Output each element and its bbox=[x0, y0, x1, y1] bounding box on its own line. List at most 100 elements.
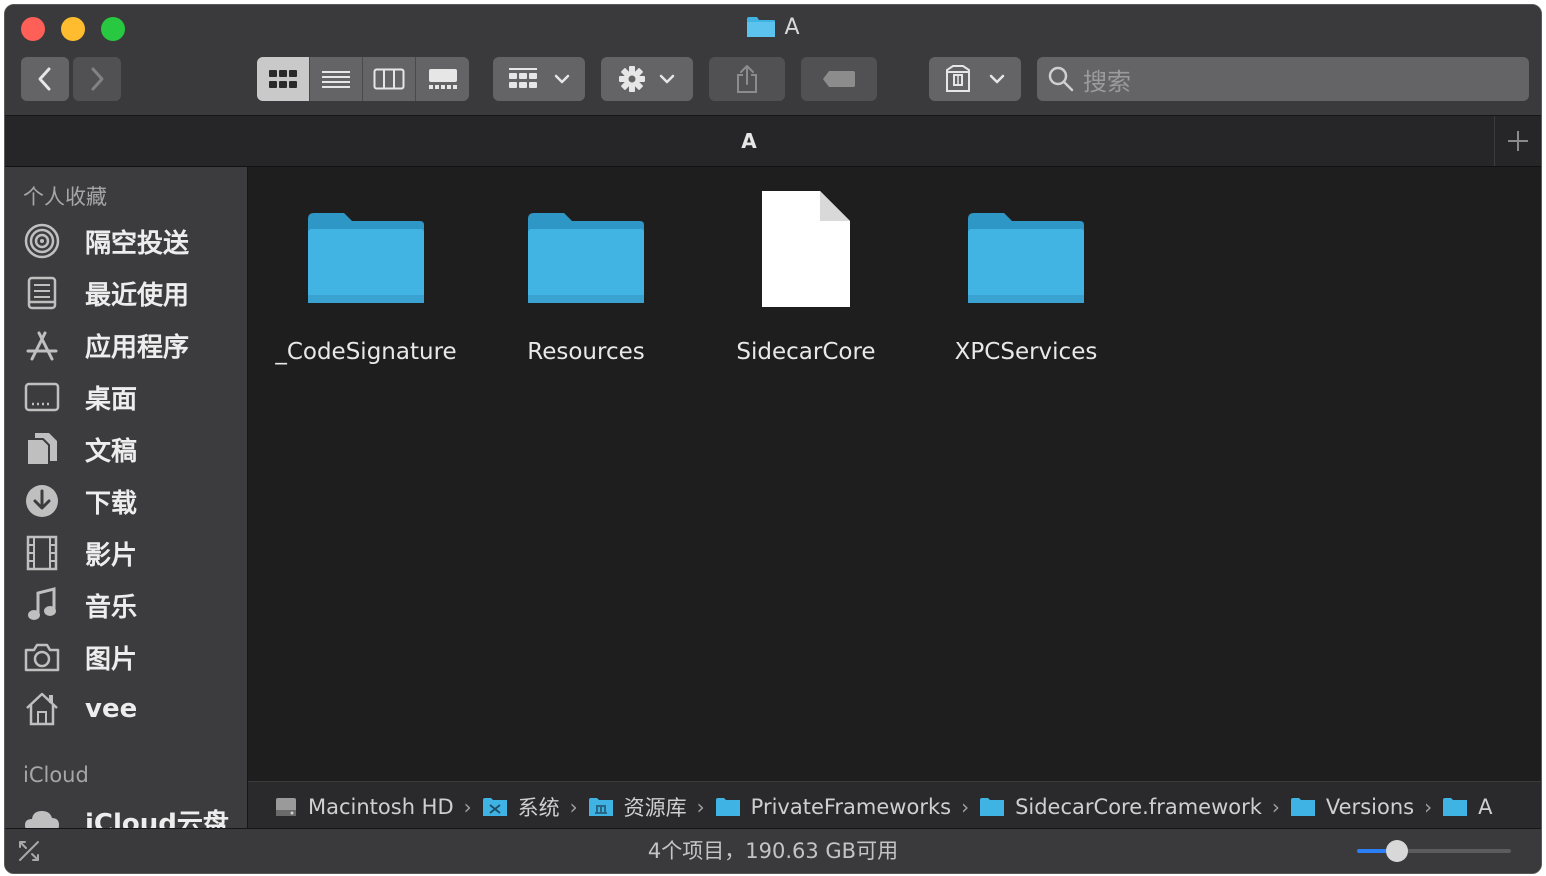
sidebar-item-desktop[interactable]: 桌面 bbox=[23, 375, 243, 419]
group-by-button[interactable] bbox=[493, 57, 585, 101]
list-view-icon bbox=[322, 71, 350, 88]
icon-view-button[interactable] bbox=[257, 57, 310, 101]
path-item-label: PrivateFrameworks bbox=[750, 794, 952, 819]
archive-box-icon bbox=[946, 65, 970, 92]
tag-icon bbox=[823, 71, 855, 87]
sidebar-item-pictures[interactable]: 图片 bbox=[23, 635, 243, 679]
new-tab-button[interactable] bbox=[1494, 116, 1541, 166]
path-item[interactable]: 系统 bbox=[482, 792, 560, 822]
icloud-header: iCloud bbox=[23, 763, 89, 787]
documents-icon bbox=[23, 430, 61, 468]
library-folder-icon bbox=[588, 797, 614, 817]
gallery-view-icon bbox=[428, 69, 457, 89]
file-name: SidecarCore bbox=[736, 339, 876, 365]
sidebar-item-label: 图片 bbox=[85, 644, 138, 675]
action-menu-button[interactable] bbox=[601, 57, 693, 101]
path-item[interactable]: SidecarCore.framework bbox=[979, 795, 1262, 819]
search-field[interactable]: 搜索 bbox=[1037, 57, 1529, 101]
column-view-icon bbox=[373, 68, 405, 90]
music-icon bbox=[23, 586, 61, 624]
document-icon bbox=[696, 185, 916, 309]
path-item[interactable]: A bbox=[1442, 795, 1492, 819]
sidebar-item-airdrop[interactable]: 隔空投送 bbox=[23, 219, 243, 263]
edit-tags-button[interactable] bbox=[801, 57, 877, 101]
file-name: XPCServices bbox=[954, 339, 1098, 365]
sidebar-item-label: 桌面 bbox=[85, 384, 138, 415]
view-mode-control bbox=[257, 57, 469, 101]
path-item-label: SidecarCore.framework bbox=[1015, 794, 1262, 819]
plus-icon bbox=[1508, 131, 1528, 151]
path-separator: › bbox=[1271, 794, 1280, 819]
slider-knob[interactable] bbox=[1386, 840, 1408, 862]
sidebar-item-label: 最近使用 bbox=[85, 280, 190, 311]
file-item[interactable]: _CodeSignature bbox=[256, 185, 476, 365]
status-text: 4个项目，190.63 GB可用 bbox=[647, 839, 899, 863]
icon-view-icon bbox=[269, 70, 297, 88]
path-item[interactable]: 资源库 bbox=[588, 792, 687, 822]
path-item[interactable]: Versions bbox=[1290, 795, 1414, 819]
file-item[interactable]: Resources bbox=[476, 185, 696, 365]
forward-button[interactable] bbox=[73, 57, 121, 101]
airdrop-icon bbox=[23, 222, 61, 260]
window-title-text: A bbox=[784, 15, 800, 40]
folder-icon bbox=[476, 185, 696, 309]
system-folder-icon bbox=[482, 797, 508, 817]
sidebar-item-label: 隔空投送 bbox=[85, 228, 190, 259]
sidebar-item-label: vee bbox=[85, 694, 138, 724]
sidebar-item-label: 音乐 bbox=[85, 592, 138, 623]
sidebar-item-movies[interactable]: 影片 bbox=[23, 531, 243, 575]
chevron-down-icon bbox=[554, 74, 570, 84]
folder-icon bbox=[1442, 797, 1468, 817]
list-view-button[interactable] bbox=[310, 57, 363, 101]
gear-icon bbox=[619, 66, 645, 92]
movies-icon bbox=[23, 534, 61, 572]
column-view-button[interactable] bbox=[363, 57, 416, 101]
chevron-left-icon bbox=[38, 67, 51, 91]
path-bar: Macintosh HD › 系统 › 资源库 › PrivateFramewo… bbox=[248, 781, 1541, 831]
sidebar-item-label: 应用程序 bbox=[85, 332, 190, 363]
path-separator: › bbox=[961, 794, 970, 819]
file-item[interactable]: XPCServices bbox=[916, 185, 1136, 365]
path-item[interactable]: Macintosh HD bbox=[274, 795, 454, 819]
tab-bar: A bbox=[5, 116, 1541, 167]
folder-icon bbox=[1290, 797, 1316, 817]
search-icon bbox=[1048, 66, 1074, 92]
toolbar: A 搜索 bbox=[5, 5, 1541, 116]
search-placeholder: 搜索 bbox=[1083, 67, 1131, 96]
sidebar-item-applications[interactable]: 应用程序 bbox=[23, 323, 243, 367]
path-item-label: A bbox=[1478, 794, 1493, 819]
sync-menu-button[interactable] bbox=[929, 57, 1021, 101]
file-name: _CodeSignature bbox=[275, 339, 457, 365]
sidebar: 个人收藏 隔空投送 最近使用 应用程序 桌面 文稿 下载 影片 音乐 图片 ve… bbox=[5, 167, 248, 831]
path-item-label: Macintosh HD bbox=[308, 794, 454, 819]
sidebar-item-home[interactable]: vee bbox=[23, 687, 243, 731]
sidebar-item-label: iCloud云盘 bbox=[85, 808, 229, 832]
group-icon bbox=[509, 68, 537, 88]
path-item-label: 系统 bbox=[517, 795, 560, 820]
sidebar-item-recents[interactable]: 最近使用 bbox=[23, 271, 243, 315]
file-icon-grid: _CodeSignature Resources SidecarCore XPC… bbox=[248, 167, 1541, 781]
sidebar-item-downloads[interactable]: 下载 bbox=[23, 479, 243, 523]
sidebar-item-music[interactable]: 音乐 bbox=[23, 583, 243, 627]
tab-title[interactable]: A bbox=[5, 116, 1493, 166]
status-bar: 4个项目，190.63 GB可用 bbox=[5, 828, 1541, 873]
desktop-icon bbox=[23, 378, 61, 416]
folder-icon bbox=[746, 16, 776, 45]
sidebar-item-documents[interactable]: 文稿 bbox=[23, 427, 243, 471]
share-button[interactable] bbox=[709, 57, 785, 101]
chevron-down-icon bbox=[989, 74, 1005, 84]
icon-size-slider[interactable] bbox=[1357, 840, 1511, 862]
back-button[interactable] bbox=[21, 57, 69, 101]
path-separator: › bbox=[569, 794, 578, 819]
gallery-view-button[interactable] bbox=[416, 57, 469, 101]
home-icon bbox=[23, 690, 61, 728]
finder-window: A 搜索 A 个人收藏 隔空投送 最近使用 应用程序 桌面 文稿 下载 影片 音… bbox=[4, 4, 1542, 874]
downloads-icon bbox=[23, 482, 61, 520]
hard-drive-icon bbox=[274, 795, 298, 819]
sidebar-item-icloud-drive[interactable]: iCloud云盘 bbox=[23, 799, 243, 831]
sidebar-item-label: 文稿 bbox=[85, 436, 138, 467]
favorites-header: 个人收藏 bbox=[23, 185, 107, 209]
chevron-right-icon bbox=[91, 67, 104, 91]
file-item[interactable]: SidecarCore bbox=[696, 185, 916, 365]
path-item[interactable]: PrivateFrameworks bbox=[715, 795, 951, 819]
